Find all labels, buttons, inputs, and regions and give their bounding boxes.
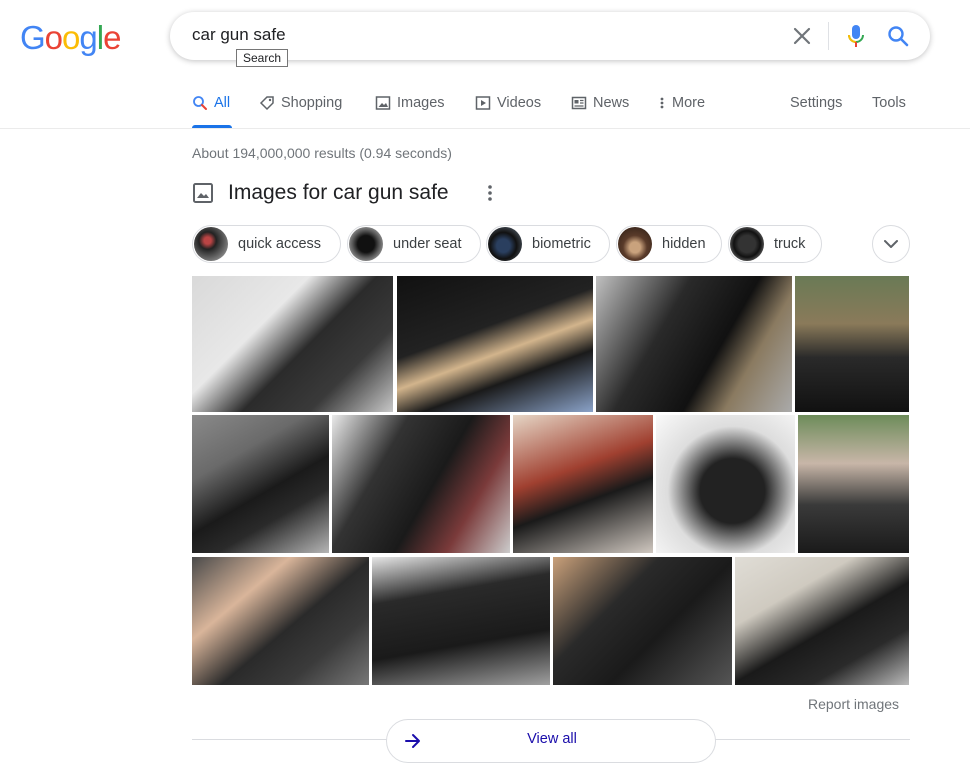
tools-link[interactable]: Tools (872, 95, 906, 111)
image-result[interactable] (372, 557, 550, 685)
tools-label: Tools (872, 95, 906, 111)
play-icon (475, 96, 491, 110)
chip-label: truck (774, 236, 806, 252)
tab-label: Videos (497, 95, 542, 111)
search-tooltip: Search (236, 49, 289, 67)
view-all-label: View all (527, 731, 577, 747)
images-section-header: Images for car gun safe (192, 181, 492, 205)
tab-label: News (593, 95, 630, 111)
chip-quick-access[interactable]: quick access (192, 225, 341, 263)
chip-under-seat[interactable]: under seat (347, 225, 481, 263)
chips-expand-button[interactable] (872, 225, 910, 263)
tag-icon (259, 96, 274, 111)
logo-letter: G (20, 19, 46, 56)
report-images-link[interactable]: Report images (808, 696, 899, 712)
tab-label: Images (397, 95, 445, 111)
logo-letter: g (79, 19, 97, 56)
google-logo[interactable]: Google (20, 19, 121, 56)
tabs-divider (0, 128, 970, 129)
tab-label: All (214, 95, 231, 111)
tab-more[interactable]: More (658, 95, 705, 111)
tab-news[interactable]: News (571, 95, 629, 111)
chip-biometric[interactable]: biometric (486, 225, 610, 263)
view-all-button[interactable]: View all (386, 719, 716, 763)
logo-letter: o (44, 19, 63, 56)
chip-thumbnail (194, 227, 228, 261)
result-stats: About 194,000,000 results (0.94 seconds) (192, 145, 452, 161)
image-result[interactable] (332, 415, 510, 553)
image-result[interactable] (656, 415, 795, 553)
kebab-icon[interactable] (487, 183, 493, 203)
search-tabs: All Shopping Images Videos News More Set… (0, 88, 970, 128)
image-result[interactable] (192, 415, 329, 553)
search-icon[interactable] (886, 24, 910, 48)
image-result[interactable] (513, 415, 653, 553)
image-result[interactable] (795, 276, 909, 412)
newspaper-icon (571, 96, 587, 110)
image-result[interactable] (192, 276, 393, 412)
tab-all[interactable]: All (192, 95, 230, 111)
tab-videos[interactable]: Videos (475, 95, 541, 111)
image-result[interactable] (397, 276, 593, 412)
image-icon (375, 96, 391, 110)
logo-letter: e (103, 19, 121, 56)
tab-images[interactable]: Images (375, 95, 445, 111)
chip-thumbnail (488, 227, 522, 261)
chip-label: quick access (238, 236, 322, 252)
chip-label: biometric (532, 236, 591, 252)
images-section-title[interactable]: Images for car gun safe (228, 181, 449, 205)
microphone-icon[interactable] (844, 23, 868, 49)
chip-thumbnail (618, 227, 652, 261)
chip-hidden[interactable]: hidden (616, 225, 722, 263)
chip-thumbnail (349, 227, 383, 261)
image-icon (193, 183, 213, 203)
settings-label: Settings (790, 95, 843, 111)
search-icon (193, 96, 207, 110)
logo-letter: o (62, 19, 80, 56)
chip-label: under seat (393, 236, 462, 252)
image-result[interactable] (735, 557, 909, 685)
image-result[interactable] (553, 557, 732, 685)
chip-truck[interactable]: truck (728, 225, 822, 263)
chevron-down-icon (884, 240, 898, 248)
image-result[interactable] (798, 415, 909, 553)
tab-shopping[interactable]: Shopping (259, 95, 342, 111)
image-result[interactable] (192, 557, 369, 685)
search-input[interactable]: car gun safe (192, 25, 286, 45)
kebab-icon (660, 97, 664, 109)
tab-label: More (672, 95, 706, 111)
settings-link[interactable]: Settings (790, 95, 842, 111)
image-result[interactable] (596, 276, 792, 412)
chip-label: hidden (662, 236, 706, 252)
clear-icon[interactable] (790, 24, 814, 48)
chip-thumbnail (730, 227, 764, 261)
tab-label: Shopping (281, 95, 343, 111)
search-divider (828, 22, 829, 50)
